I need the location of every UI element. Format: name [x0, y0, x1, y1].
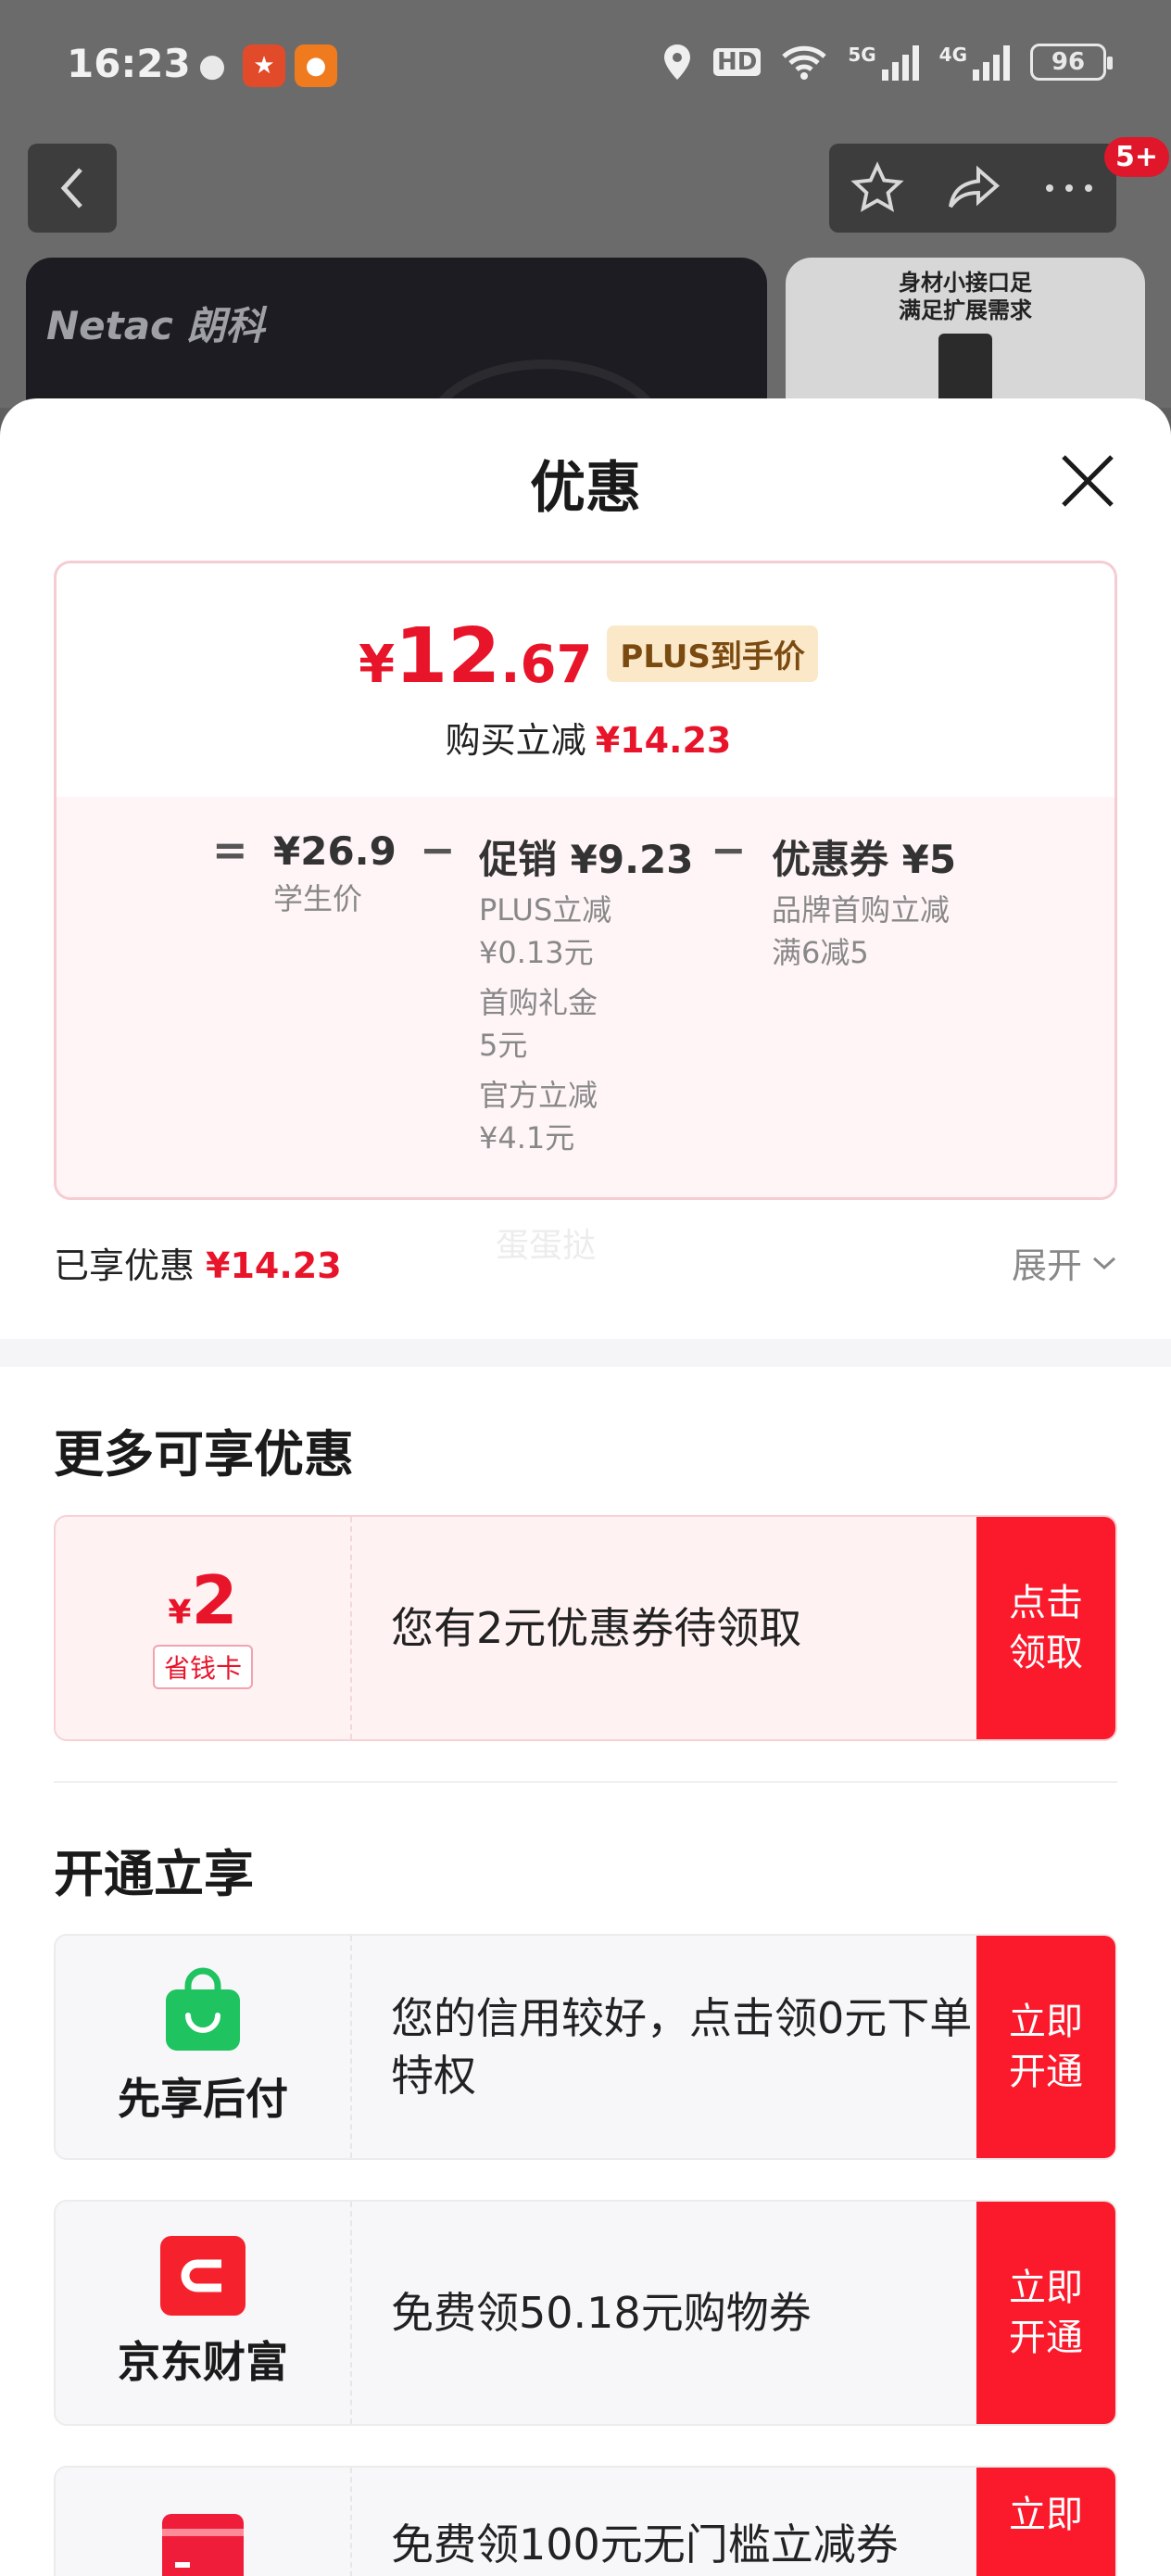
shopping-bag-icon [166, 1967, 240, 2051]
jd-wealth-name: 京东财富 [118, 2337, 288, 2387]
section-separator [0, 1339, 1171, 1367]
more-offers-title: 更多可享优惠 [54, 1425, 354, 1484]
side-caption-2: 满足扩展需求 [899, 297, 1032, 323]
buy-reduce-line: 购买立减 ¥14.23 [57, 712, 1114, 763]
location-icon [663, 44, 690, 80]
claim-button[interactable]: 点击 领取 [976, 1517, 1115, 1739]
offer-text: 免费领50.18元购物券 [391, 2288, 812, 2338]
pay-later-offer: 先享后付 您的信用较好，点击领0元下单特权 立即开通 [54, 1934, 1117, 2160]
divider [54, 1781, 1117, 1783]
notification-badge: 5+ [1104, 137, 1170, 177]
pay-later-name: 先享后付 [118, 2074, 288, 2124]
coupon-amount: ¥2 [168, 1561, 238, 1639]
product-page-backdrop: 16:23 ● ★ ● HD 5G 4G 96 5+ Netac 朗科 身材小接… [0, 0, 1171, 424]
promo-item: 官方立减 ¥4.1元 [479, 1078, 598, 1155]
hd-icon: HD [712, 48, 762, 76]
savings-card-offer: ¥2 省钱卡 您有2元优惠券待领取 点击 领取 [54, 1515, 1117, 1741]
side-caption-1: 身材小接口足 [899, 270, 1032, 296]
student-label: 学生价 [273, 881, 363, 916]
app-notification-icon: ★ [243, 44, 285, 87]
nav-actions [829, 144, 1116, 233]
coupon-detail: 品牌首购立减 满6减5 [772, 892, 951, 970]
app-notification-icon-2: ● [295, 44, 337, 87]
coupon-offer: 免费领100元无门槛立减券 立即 [54, 2466, 1117, 2576]
promo-item: PLUS立减 ¥0.13元 [479, 892, 612, 970]
status-time: 16:23 [67, 41, 191, 86]
plus-price-tag: PLUS到手价 [607, 625, 818, 682]
back-button[interactable] [28, 144, 117, 233]
product-brand-logo: Netac 朗科 [46, 303, 265, 348]
expand-button[interactable]: 展开 [1012, 1237, 1117, 1288]
close-icon[interactable] [1056, 449, 1119, 512]
pay-later-badge: 先享后付 [56, 1936, 352, 2158]
battery-icon: 96 [1030, 44, 1113, 81]
coupon-col: 优惠券 ¥5 品牌首购立减 满6减5 [772, 828, 956, 974]
offer-text: 您的信用较好，点击领0元下单特权 [391, 1993, 973, 2101]
status-icons: HD 5G 4G 96 [661, 43, 1113, 82]
offer-text: 免费领100元无门槛立减券 [391, 2519, 899, 2570]
open-now-button[interactable]: 立即开通 [976, 1936, 1115, 2158]
student-price-col: ¥26.9 学生价 [273, 828, 397, 920]
equals-sign: = [212, 825, 248, 875]
signal-5g-icon: 5G [848, 44, 919, 81]
device-graphic [938, 334, 992, 408]
watermark-text: 蛋蛋挞 [496, 1227, 597, 1265]
share-icon[interactable] [946, 162, 1001, 214]
status-bar: 16:23 ● ★ ● HD 5G 4G 96 [0, 0, 1171, 139]
discount-sheet: 优惠 ¥12.67 PLUS到手价 购买立减 ¥14.23 = ¥26.9 学生价… [0, 398, 1171, 2576]
wechat-icon: ● [198, 47, 226, 84]
chevron-left-icon [60, 168, 82, 208]
wifi-icon [782, 45, 827, 80]
savings-card-tag: 省钱卡 [152, 1645, 253, 1689]
promo-col: 促销 ¥9.23 PLUS立减 ¥0.13元 首购礼金 5元 官方立减 ¥4.1元 [479, 828, 693, 1159]
final-price: ¥12.67 [359, 612, 593, 701]
jd-wealth-offer: 京东财富 免费领50.18元购物券 立即开通 [54, 2200, 1117, 2426]
promo-item: 首购礼金 5元 [479, 985, 598, 1063]
more-icon[interactable] [1043, 182, 1095, 195]
buy-reduce-value: ¥14.23 [595, 720, 732, 761]
enjoyed-label: 已享优惠 [54, 1245, 195, 1286]
enjoyed-value: ¥14.23 [206, 1245, 342, 1286]
coupon-total: 优惠券 ¥5 [772, 837, 957, 882]
star-icon[interactable] [850, 161, 904, 215]
student-price: ¥26.9 [273, 828, 397, 874]
promo-total: 促销 ¥9.23 [479, 837, 694, 882]
jd-wealth-badge: 京东财富 [56, 2202, 352, 2424]
enjoyed-discount: 已享优惠 ¥14.23 [54, 1237, 342, 1288]
open-now-button[interactable]: 立即开通 [976, 2202, 1115, 2424]
sheet-title: 优惠 [530, 456, 641, 521]
minus-sign: − [420, 825, 456, 875]
expand-label: 展开 [1011, 1245, 1082, 1286]
jd-wealth-icon [160, 2236, 246, 2316]
card-icon [162, 2514, 244, 2576]
minus-sign-2: − [711, 825, 747, 875]
offer-text: 您有2元优惠券待领取 [391, 1603, 802, 1653]
price-breakdown-card: ¥12.67 PLUS到手价 购买立减 ¥14.23 = ¥26.9 学生价 − … [54, 561, 1117, 1200]
price-formula: = ¥26.9 学生价 − 促销 ¥9.23 PLUS立减 ¥0.13元 首购礼金… [57, 797, 1114, 1197]
chevron-down-icon [1092, 1256, 1116, 1269]
signal-4g-icon: 4G [939, 44, 1010, 81]
buy-reduce-label: 购买立减 [445, 720, 586, 761]
open-enjoy-title: 开通立享 [54, 1845, 254, 1903]
open-now-button[interactable]: 立即 [976, 2468, 1115, 2576]
coupon-badge [56, 2468, 352, 2576]
price-summary: ¥12.67 PLUS到手价 购买立减 ¥14.23 [57, 563, 1114, 797]
savings-card-badge: ¥2 省钱卡 [56, 1517, 352, 1739]
